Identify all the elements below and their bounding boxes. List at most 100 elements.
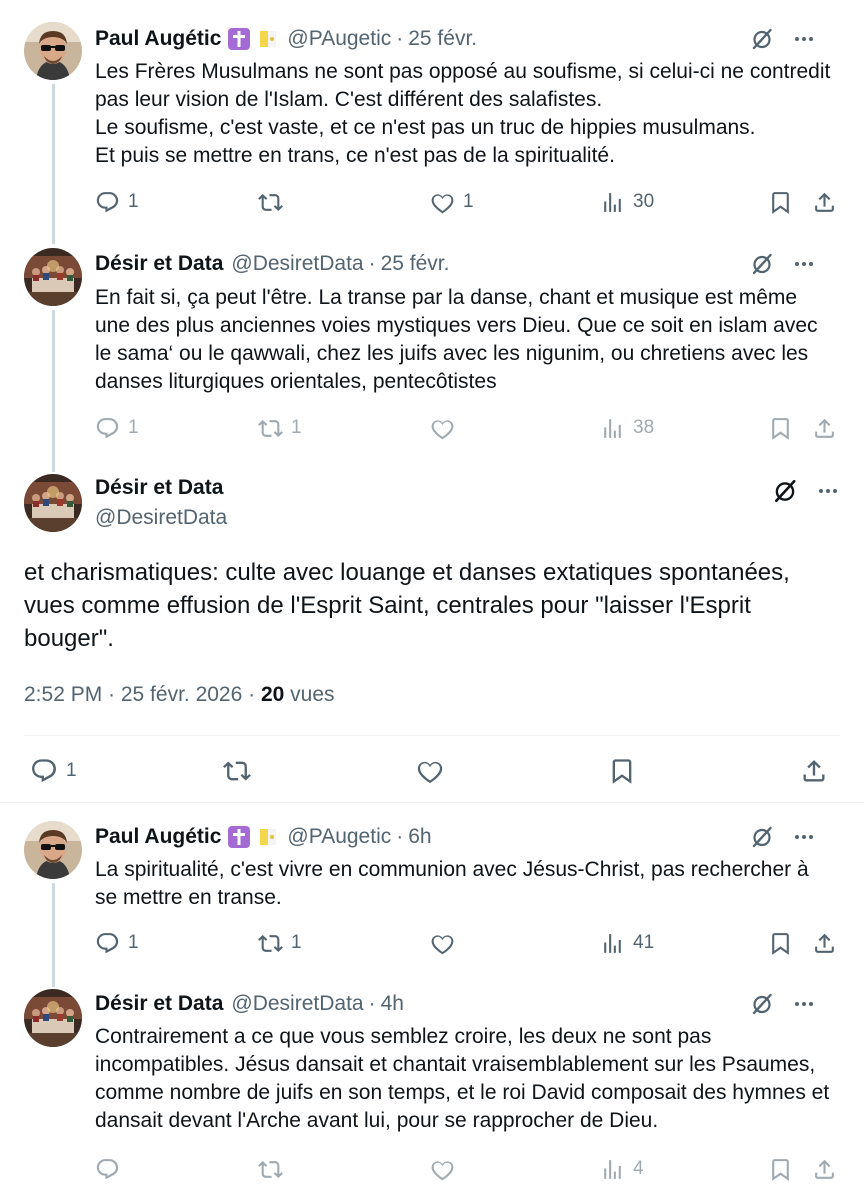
avatar[interactable]: [24, 248, 82, 306]
like-button[interactable]: 1: [430, 187, 474, 217]
grok-icon[interactable]: [772, 478, 798, 504]
tweet-header: Désir et Data @DesiretData · 4h: [95, 989, 840, 1019]
grok-icon[interactable]: [750, 825, 774, 849]
author-name[interactable]: Désir et Data: [95, 252, 223, 276]
share-icon: [812, 416, 837, 441]
tweet-header: Désir et Data @DesiretData · 25 févr.: [95, 249, 840, 279]
tweet-text: Les Frères Musulmans ne sont pas opposé …: [95, 60, 831, 167]
reply-count: 1: [128, 417, 139, 438]
separator-dot: ·: [396, 825, 404, 848]
thread-line: [52, 84, 55, 244]
bookmark-button[interactable]: [768, 187, 793, 217]
retweet-button[interactable]: 1: [258, 413, 302, 443]
like-button[interactable]: [430, 413, 463, 443]
bookmark-button[interactable]: [768, 1154, 793, 1184]
retweet-button[interactable]: [223, 756, 251, 786]
cross-badge-icon: [227, 27, 251, 51]
avatar[interactable]: [24, 821, 82, 879]
grok-icon[interactable]: [750, 252, 774, 276]
action-bar: 4: [95, 1154, 834, 1184]
tweet-time[interactable]: 4h: [381, 992, 404, 1016]
reply-count: 1: [128, 932, 139, 953]
bookmark-icon: [768, 416, 793, 441]
more-icon[interactable]: [792, 27, 816, 51]
author-block: Désir et Data @DesiretData: [95, 476, 227, 530]
author-handle[interactable]: @DesiretData: [231, 992, 363, 1016]
header-icons: [750, 992, 816, 1016]
separator-dot: ·: [368, 252, 376, 275]
reply-button[interactable]: 1: [95, 413, 139, 443]
views-button[interactable]: 4: [600, 1154, 644, 1184]
author-handle[interactable]: @PAugetic: [287, 825, 391, 849]
author-name[interactable]: Paul Augétic: [95, 825, 221, 849]
retweet-button[interactable]: [258, 1154, 283, 1184]
like-button[interactable]: [430, 928, 463, 958]
grok-icon[interactable]: [750, 27, 774, 51]
share-button[interactable]: [812, 187, 837, 217]
reply-count: 1: [66, 760, 77, 781]
tweet-text: En fait si, ça peut l'être. La transe pa…: [95, 286, 818, 393]
tweet-header: Paul Augétic @PAugetic · 6h: [95, 822, 840, 852]
author-name[interactable]: Désir et Data: [95, 992, 223, 1016]
views-icon: [600, 416, 625, 441]
tweet-text: et charismatiques: culte avec louange et…: [24, 559, 790, 652]
like-button[interactable]: [416, 756, 444, 786]
views-button[interactable]: 30: [600, 187, 654, 217]
retweet-count: 1: [291, 417, 302, 438]
share-button[interactable]: [812, 1154, 837, 1184]
author-handle[interactable]: @PAugetic: [287, 27, 391, 51]
share-icon: [812, 1157, 837, 1182]
share-button[interactable]: [812, 413, 837, 443]
reply-button[interactable]: 1: [95, 928, 139, 958]
share-icon: [812, 190, 837, 215]
reply-button[interactable]: 1: [95, 187, 139, 217]
tweet-timestamp[interactable]: 2:52 PM · 25 févr. 2026 ·: [24, 683, 255, 706]
tweet-time[interactable]: 25 févr.: [408, 27, 477, 51]
tweet-header: Paul Augétic @PAugetic · 25 févr.: [95, 24, 840, 54]
separator-dot: ·: [396, 27, 404, 50]
bookmark-button[interactable]: [608, 756, 636, 786]
header-icons: [750, 252, 816, 276]
tweet-meta: 2:52 PM · 25 févr. 2026 · 20 vues: [24, 683, 335, 707]
retweet-button[interactable]: [258, 187, 291, 217]
avatar[interactable]: [24, 22, 82, 80]
views-button[interactable]: 38: [600, 413, 654, 443]
tweet-time[interactable]: 25 févr.: [381, 252, 450, 276]
more-icon[interactable]: [816, 479, 840, 503]
retweet-count: 1: [291, 932, 302, 953]
grok-icon[interactable]: [750, 992, 774, 1016]
reply-button[interactable]: 1: [30, 756, 77, 786]
header-icons: [750, 825, 816, 849]
views-icon: [600, 931, 625, 956]
more-icon[interactable]: [792, 992, 816, 1016]
tweet-time[interactable]: 6h: [408, 825, 431, 849]
bookmark-button[interactable]: [768, 928, 793, 958]
views-count: 4: [633, 1158, 644, 1179]
views-icon: [600, 1157, 625, 1182]
like-icon: [430, 931, 455, 956]
author-handle[interactable]: @DesiretData: [95, 506, 227, 530]
author-handle[interactable]: @DesiretData: [231, 252, 363, 276]
more-icon[interactable]: [792, 252, 816, 276]
views-icon: [600, 190, 625, 215]
author-name[interactable]: Désir et Data: [95, 476, 227, 500]
bookmark-button[interactable]: [768, 413, 793, 443]
like-button[interactable]: [430, 1154, 455, 1184]
bookmark-icon: [768, 1157, 793, 1182]
avatar[interactable]: [24, 474, 82, 532]
share-icon: [812, 931, 837, 956]
avatar[interactable]: [24, 989, 82, 1047]
retweet-icon: [258, 190, 283, 215]
author-name[interactable]: Paul Augétic: [95, 27, 221, 51]
share-button[interactable]: [812, 928, 837, 958]
reply-icon: [95, 931, 120, 956]
bookmark-icon: [768, 190, 793, 215]
views-button[interactable]: 41: [600, 928, 654, 958]
retweet-button[interactable]: 1: [258, 928, 302, 958]
reply-button[interactable]: [95, 1154, 120, 1184]
share-button[interactable]: [800, 756, 828, 786]
views-count: 30: [633, 191, 655, 212]
more-icon[interactable]: [792, 825, 816, 849]
reply-icon: [95, 1157, 120, 1182]
share-icon: [800, 757, 828, 785]
